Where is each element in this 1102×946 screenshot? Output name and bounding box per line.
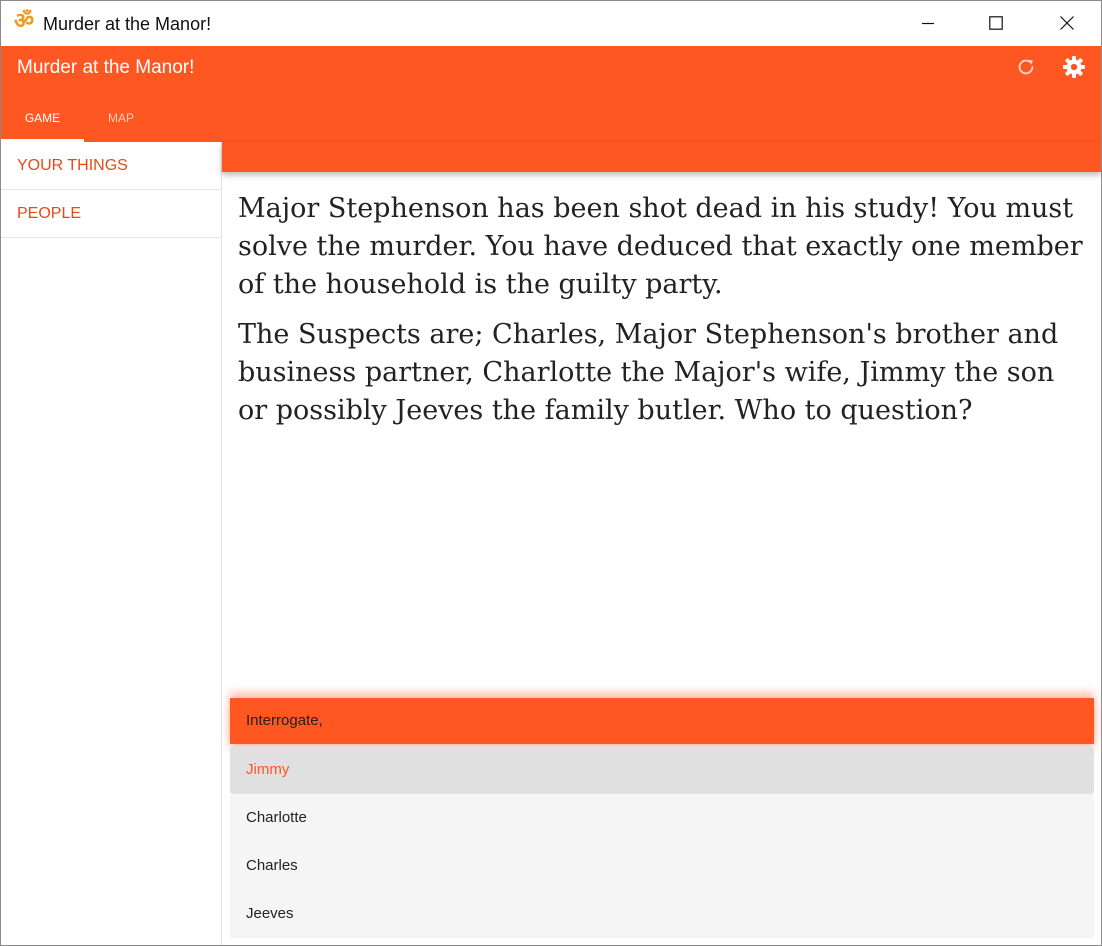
tab-map-label: MAP: [107, 111, 134, 125]
tab-game-label: GAME: [24, 111, 61, 125]
om-icon: ॐ: [14, 9, 35, 34]
choice-prompt: Interrogate,: [230, 698, 1094, 744]
choice-list: Jimmy Charlotte Charles Jeeves: [230, 746, 1094, 938]
story-paragraph: Major Stephenson has been shot dead in h…: [238, 193, 1083, 300]
gear-icon[interactable]: [1062, 55, 1086, 79]
choice-label: Charles: [246, 857, 298, 874]
content-banner: [222, 142, 1101, 172]
app-header: Murder at the Manor! GAME MAP: [1, 46, 1101, 142]
sidebar-item-people[interactable]: PEOPLE: [1, 190, 221, 238]
refresh-icon[interactable]: [1015, 56, 1037, 78]
main-content: Major Stephenson has been shot dead in h…: [222, 142, 1101, 945]
tab-game[interactable]: GAME: [1, 106, 84, 142]
app-title: Murder at the Manor!: [17, 57, 195, 78]
minimize-icon: [922, 22, 934, 25]
choice-jimmy[interactable]: Jimmy: [230, 746, 1094, 794]
sidebar-item-your-things[interactable]: YOUR THINGS: [1, 142, 221, 190]
sidebar-item-label: PEOPLE: [17, 205, 82, 222]
window-title-bar[interactable]: ॐ Murder at the Manor!: [1, 1, 1101, 46]
choice-prompt-label: Interrogate,: [246, 712, 323, 729]
close-icon: [1060, 16, 1074, 30]
maximize-button[interactable]: [973, 1, 1019, 46]
choice-label: Jeeves: [246, 905, 294, 922]
window-title: Murder at the Manor!: [43, 14, 212, 34]
sidebar-item-label: YOUR THINGS: [17, 157, 128, 174]
choice-label: Jimmy: [246, 761, 290, 778]
minimize-button[interactable]: [905, 1, 951, 46]
story-paragraph: The Suspects are; Charles, Major Stephen…: [238, 319, 1059, 426]
story-text: Major Stephenson has been shot dead in h…: [238, 190, 1088, 442]
maximize-icon: [989, 16, 1003, 30]
choice-charlotte[interactable]: Charlotte: [230, 794, 1094, 842]
choice-label: Charlotte: [246, 809, 307, 826]
choice-charles[interactable]: Charles: [230, 842, 1094, 890]
choice-panel: Interrogate, Jimmy Charlotte Charles Jee…: [230, 698, 1094, 938]
app-window: ॐ Murder at the Manor! Murder at the Man…: [0, 0, 1102, 946]
tab-map[interactable]: MAP: [84, 106, 158, 142]
choice-jeeves[interactable]: Jeeves: [230, 890, 1094, 938]
close-button[interactable]: [1044, 1, 1090, 46]
sidebar: YOUR THINGS PEOPLE: [1, 142, 222, 945]
